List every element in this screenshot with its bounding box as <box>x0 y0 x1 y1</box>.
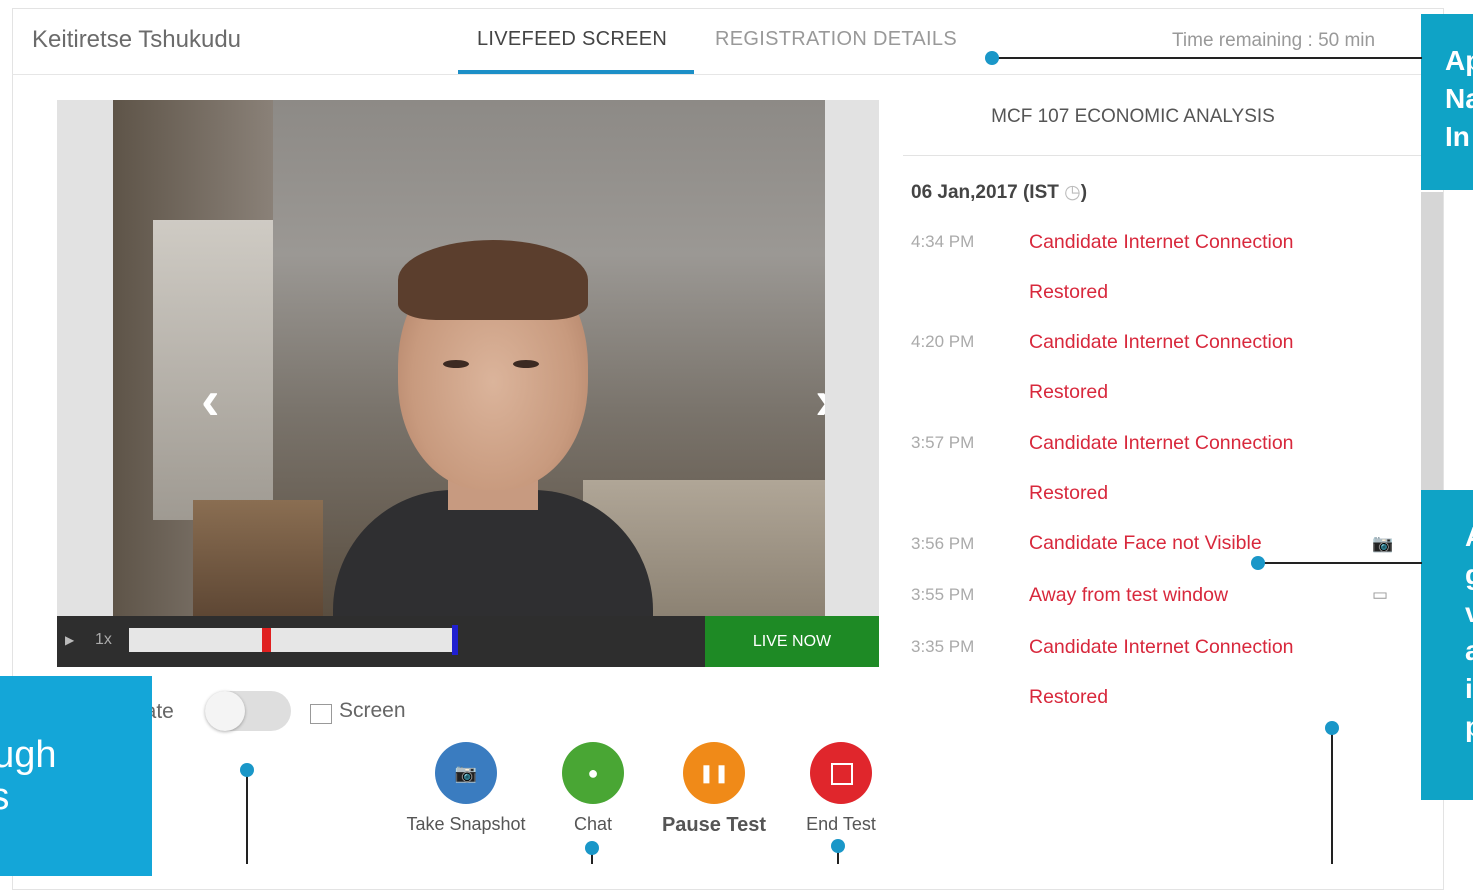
active-tab-indicator <box>458 70 694 74</box>
log-entry-time: 3:35 PM <box>911 637 975 656</box>
chat-bubble-icon: ● <box>587 763 599 783</box>
callout-dot <box>1251 556 1265 570</box>
log-entry-time: 3:57 PM <box>911 433 975 452</box>
log-entry-time: 3:56 PM <box>911 534 975 553</box>
event-marker[interactable] <box>262 628 271 652</box>
divider <box>903 155 1443 156</box>
chevron-right-icon[interactable]: › <box>815 372 825 428</box>
end-test-button[interactable]: End Test <box>796 742 886 835</box>
tab-livefeed-screen[interactable]: LIVEFEED SCREEN <box>477 28 667 51</box>
log-entry-message: Candidate Internet Connection Restored <box>1029 231 1294 303</box>
callout-dot <box>1325 721 1339 735</box>
pause-icon: ❚❚ <box>698 763 730 783</box>
pause-test-label: Pause Test <box>661 814 767 836</box>
log-entry-message: Candidate Face not Visible <box>1029 532 1262 554</box>
take-snapshot-label: Take Snapshot <box>406 814 526 834</box>
log-entry-time: 4:34 PM <box>911 232 975 251</box>
log-entry-message: Candidate Internet Connection Restored <box>1029 331 1294 403</box>
candidate-name: Keitiretse Tshukudu <box>32 26 242 53</box>
callout-dot <box>985 51 999 65</box>
callout-connector <box>992 57 1422 59</box>
callout-connector <box>246 770 248 864</box>
timeline-scrubber[interactable] <box>129 625 458 655</box>
callout-dot <box>585 841 599 855</box>
callout-box-top-right: Ap Na In <box>1421 14 1473 190</box>
camera-icon[interactable]: 📷 <box>1372 534 1393 554</box>
player-controls: ▶ 1x LIVE NOW <box>57 616 879 667</box>
chat-label: Chat <box>573 814 613 834</box>
scrollbar[interactable] <box>1421 192 1443 490</box>
toggle-switch[interactable] <box>205 691 291 731</box>
screen-checkbox[interactable] <box>310 704 332 724</box>
callout-connector <box>1258 562 1422 564</box>
exam-subject: MCF 107 ECONOMIC ANALYSIS <box>991 106 1275 127</box>
toggle-knob <box>205 691 245 731</box>
video-player: ‹ › ▶ 1x LIVE NOW <box>57 100 879 667</box>
pause-test-button[interactable]: ❚❚ Pause Test <box>648 742 780 837</box>
end-test-label: End Test <box>806 814 876 834</box>
log-entry-time: 3:55 PM <box>911 585 975 604</box>
play-icon[interactable]: ▶ <box>65 633 74 647</box>
playhead[interactable] <box>452 625 458 655</box>
chat-button[interactable]: ● Chat <box>552 742 634 835</box>
stop-icon <box>831 763 853 785</box>
camera-icon: 📷 <box>454 763 478 783</box>
callout-connector <box>1331 728 1333 864</box>
playback-speed[interactable]: 1x <box>95 631 112 649</box>
clock-icon: ◷ <box>1064 182 1081 203</box>
callout-dot <box>240 763 254 777</box>
time-remaining: Time remaining : 50 min <box>1172 30 1376 51</box>
header-bar: Keitiretse Tshukudu LIVEFEED SCREEN REGI… <box>12 8 1442 75</box>
chevron-left-icon[interactable]: ‹ <box>201 372 220 428</box>
callout-box-bottom-left: ough t’s <box>0 676 152 876</box>
live-now-button[interactable]: LIVE NOW <box>705 616 879 667</box>
window-icon[interactable]: ▭ <box>1372 585 1388 605</box>
callout-box-right: A g v a i p <box>1421 490 1473 800</box>
log-entry-message: Candidate Internet Connection Restored <box>1029 636 1294 708</box>
candidate-webcam-feed: ‹ › <box>113 100 825 616</box>
callout-dot <box>831 839 845 853</box>
tab-registration-details[interactable]: REGISTRATION DETAILS <box>715 28 957 51</box>
log-entry-message: Away from test window <box>1029 584 1229 606</box>
take-snapshot-button[interactable]: 📷 Take Snapshot <box>396 742 536 835</box>
screen-label: Screen <box>339 699 406 722</box>
log-date: 06 Jan,2017 (IST ◷) <box>911 182 1088 203</box>
log-entry-time: 4:20 PM <box>911 332 975 351</box>
log-entry-message: Candidate Internet Connection Restored <box>1029 432 1294 504</box>
